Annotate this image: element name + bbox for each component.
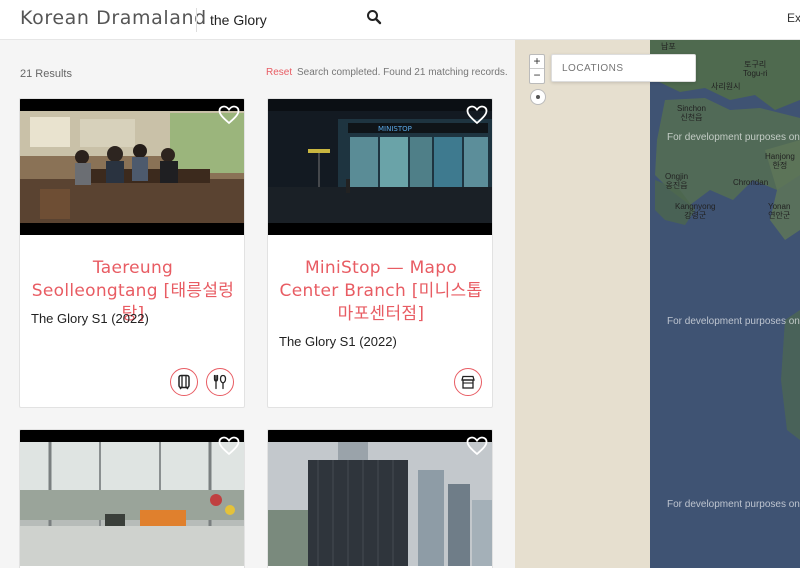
category-metro-button[interactable] xyxy=(170,368,198,396)
map-panel[interactable]: 납포 토구리 Togu-ri 사리원시 Sinchon 신천읍 Hanjong 한정 … xyxy=(515,40,800,568)
map-zoom-control: + − xyxy=(529,54,545,84)
search-input[interactable] xyxy=(210,9,360,31)
card-thumbnail[interactable] xyxy=(268,430,492,566)
header-nav-item[interactable]: Ex xyxy=(787,11,800,25)
favorite-button[interactable] xyxy=(218,105,240,125)
map-dev-notice: For development purposes only xyxy=(667,499,800,510)
map-dev-notice: For development purposes only xyxy=(667,316,800,327)
card-thumbnail[interactable] xyxy=(20,99,244,235)
restaurant-icon xyxy=(213,374,227,390)
search-icon xyxy=(367,10,382,25)
card-drama-title: The Glory S1 (2022) xyxy=(279,334,397,349)
map-place-label: 사리원시 xyxy=(711,82,741,91)
header-divider xyxy=(196,8,197,32)
heart-icon xyxy=(218,436,240,456)
card-thumbnail[interactable]: MINISTOP xyxy=(268,99,492,235)
map-dev-notice: For development purposes only xyxy=(667,132,800,143)
store-sign: MINISTOP xyxy=(378,125,412,133)
zoom-out-button[interactable]: − xyxy=(530,69,544,83)
metro-icon xyxy=(178,374,190,390)
top-bar: Korean Dramaland Ex xyxy=(0,0,800,40)
map-place-label: Yonan 연안군 xyxy=(768,202,791,220)
map-place-label: 토구리 Togu-ri xyxy=(743,60,768,78)
map-place-label: Ongjin 옹진읍 xyxy=(665,172,689,190)
zoom-in-button[interactable]: + xyxy=(530,55,544,69)
location-card[interactable] xyxy=(267,429,493,568)
heart-icon xyxy=(466,105,488,125)
location-card[interactable]: MINISTOP MiniStop — Mapo Center Branch [… xyxy=(267,98,493,408)
card-title[interactable]: MiniStop — Mapo Center Branch [미니스톱 마포센터… xyxy=(276,257,486,326)
card-drama-title: The Glory S1 (2022) xyxy=(31,311,149,326)
locate-me-button[interactable] xyxy=(530,89,546,105)
search-status: Search completed. Found 21 matching reco… xyxy=(297,67,508,78)
map-canvas[interactable] xyxy=(515,40,800,568)
category-store-button[interactable] xyxy=(454,368,482,396)
favorite-button[interactable] xyxy=(218,436,240,456)
location-search-input[interactable] xyxy=(551,54,696,82)
heart-icon xyxy=(466,436,488,456)
store-icon xyxy=(461,375,475,389)
results-panel: 21 Results Reset Search completed. Found… xyxy=(0,40,515,568)
map-place-label: Chrondan xyxy=(733,178,769,187)
search-button[interactable] xyxy=(366,9,386,29)
map-place-label: 납포 xyxy=(661,42,676,51)
map-place-label: Kangnyong 강령군 xyxy=(675,202,716,220)
map-place-label: Sinchon 신천읍 xyxy=(677,104,706,122)
results-count: 21 Results xyxy=(20,68,72,80)
location-card[interactable] xyxy=(19,429,245,568)
reset-link[interactable]: Reset xyxy=(266,67,292,78)
map-place-label: Hanjong 한정 xyxy=(765,152,795,170)
favorite-button[interactable] xyxy=(466,105,488,125)
card-thumbnail[interactable] xyxy=(20,430,244,566)
heart-icon xyxy=(218,105,240,125)
brand-logo[interactable]: Korean Dramaland xyxy=(20,7,207,29)
favorite-button[interactable] xyxy=(466,436,488,456)
category-restaurant-button[interactable] xyxy=(206,368,234,396)
location-card[interactable]: Taereung Seolleongtang [태릉설렁탕] The Glory… xyxy=(19,98,245,408)
